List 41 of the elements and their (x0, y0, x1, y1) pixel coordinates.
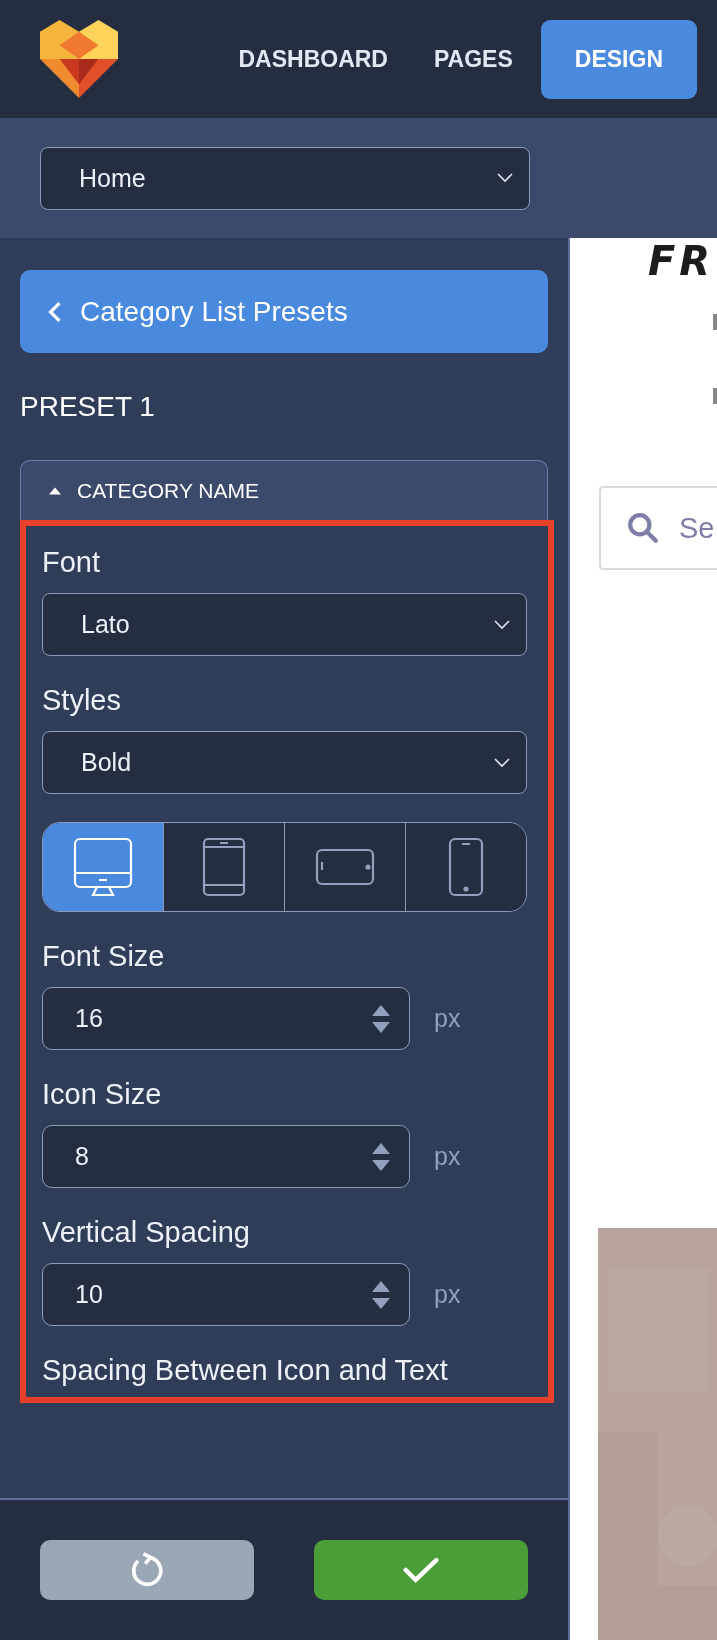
section-header[interactable]: CATEGORY NAME (20, 460, 548, 520)
phone-icon (448, 837, 484, 897)
search-icon (627, 512, 659, 544)
field-label: Vertical Spacing (42, 1216, 251, 1249)
reset-icon (129, 1552, 165, 1588)
chevron-down-icon (494, 757, 510, 768)
number-field[interactable]: 16 (42, 987, 410, 1050)
nav-mark (713, 388, 717, 404)
device-tab[interactable] (405, 823, 526, 911)
device-tab[interactable] (163, 823, 284, 911)
nav-tab[interactable]: DASHBOARD (220, 19, 406, 99)
chevron-left-icon (48, 300, 62, 323)
number-field[interactable]: 8 (42, 1125, 410, 1188)
field-label: Font (42, 546, 102, 579)
unit-label: px (434, 1280, 461, 1309)
device-tab[interactable] (43, 823, 163, 911)
dropdown-field[interactable]: Lato (42, 593, 527, 656)
chevron-down-icon (497, 173, 513, 183)
nav-mark (713, 314, 717, 330)
number-field[interactable]: 10 (42, 1263, 410, 1326)
triangle-icon (49, 486, 61, 495)
unit-label: px (434, 1142, 461, 1171)
field-label: Font Size (42, 940, 166, 973)
phone-landscape-icon (315, 848, 375, 886)
search-field[interactable]: Se (599, 486, 717, 570)
field-label: Spacing Between Icon and Text (42, 1354, 449, 1387)
logo-icon (40, 20, 118, 98)
chevron-down-icon (494, 619, 510, 630)
preset-title: PRESET 1 (20, 391, 156, 423)
nav-tab[interactable]: PAGES (416, 19, 531, 99)
back-button[interactable]: Category List Presets (20, 270, 548, 353)
page-select[interactable]: Home (40, 146, 530, 210)
dropdown-field[interactable]: Bold (42, 731, 527, 794)
field-label: Icon Size (42, 1078, 163, 1111)
monitor-icon (73, 837, 133, 897)
site-logo-text: FR (648, 238, 715, 284)
nav-tab[interactable]: DESIGN (540, 19, 697, 99)
field-label: Styles (42, 684, 122, 717)
device-tab[interactable] (284, 823, 405, 911)
tablet-icon (202, 837, 246, 897)
unit-label: px (434, 1004, 461, 1033)
